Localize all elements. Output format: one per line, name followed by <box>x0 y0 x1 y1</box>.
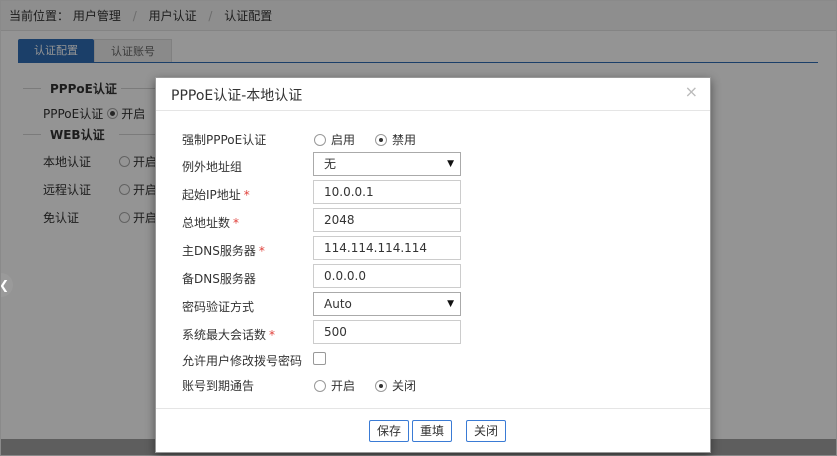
exception-group-label: 例外地址组 <box>182 160 243 174</box>
force-pppoe-enable-radio[interactable] <box>314 133 326 146</box>
start-ip-input[interactable]: 10.0.0.1 <box>313 180 461 204</box>
pppoe-local-auth-dialog: PPPoE认证-本地认证 × 强制PPPoE认证 启用 禁用 例外地址组 无 ▼… <box>155 77 711 453</box>
password-auth-value: Auto <box>324 297 352 311</box>
dialog-footer: 保存 重填 关闭 <box>156 408 710 453</box>
force-pppoe-disable-radio[interactable] <box>375 133 388 146</box>
allow-modify-password-label: 允许用户修改拨号密码 <box>182 354 303 368</box>
dialog-header: PPPoE认证-本地认证 × <box>156 78 710 111</box>
max-sessions-label: 系统最大会话数 * <box>182 328 276 342</box>
start-ip-label: 起始IP地址 * <box>182 188 250 202</box>
expiry-notice-radio-group: 开启 关闭 <box>314 377 436 394</box>
expiry-notice-off-label: 关闭 <box>392 379 417 393</box>
caret-down-icon: ▼ <box>447 159 454 169</box>
reset-button[interactable]: 重填 <box>412 420 453 442</box>
expiry-notice-on-radio[interactable] <box>314 379 326 392</box>
force-pppoe-enable-label: 启用 <box>331 133 356 147</box>
expiry-notice-off-radio[interactable] <box>375 379 388 392</box>
save-button[interactable]: 保存 <box>369 420 410 442</box>
close-button[interactable]: 关闭 <box>466 420 507 442</box>
allow-modify-password-checkbox[interactable] <box>313 352 326 365</box>
force-pppoe-label: 强制PPPoE认证 <box>182 133 267 147</box>
secondary-dns-label: 备DNS服务器 <box>182 272 256 286</box>
expiry-notice-on-label: 开启 <box>331 379 356 393</box>
secondary-dns-input[interactable]: 0.0.0.0 <box>313 264 461 288</box>
close-icon[interactable]: × <box>685 82 698 101</box>
force-pppoe-radio-group: 启用 禁用 <box>314 131 436 148</box>
password-auth-select[interactable]: Auto ▼ <box>313 292 461 316</box>
exception-group-value: 无 <box>324 157 337 171</box>
max-sessions-input[interactable]: 500 <box>313 320 461 344</box>
total-addresses-label: 总地址数 * <box>182 216 240 230</box>
total-addresses-input[interactable]: 2048 <box>313 208 461 232</box>
primary-dns-input[interactable]: 114.114.114.114 <box>313 236 461 260</box>
exception-group-select[interactable]: 无 ▼ <box>313 152 461 176</box>
password-auth-label: 密码验证方式 <box>182 300 255 314</box>
caret-down-icon: ▼ <box>447 299 454 309</box>
dialog-title: PPPoE认证-本地认证 <box>171 88 303 104</box>
force-pppoe-disable-label: 禁用 <box>392 133 417 147</box>
expiry-notice-label: 账号到期通告 <box>182 379 255 393</box>
primary-dns-label: 主DNS服务器 * <box>182 244 265 258</box>
